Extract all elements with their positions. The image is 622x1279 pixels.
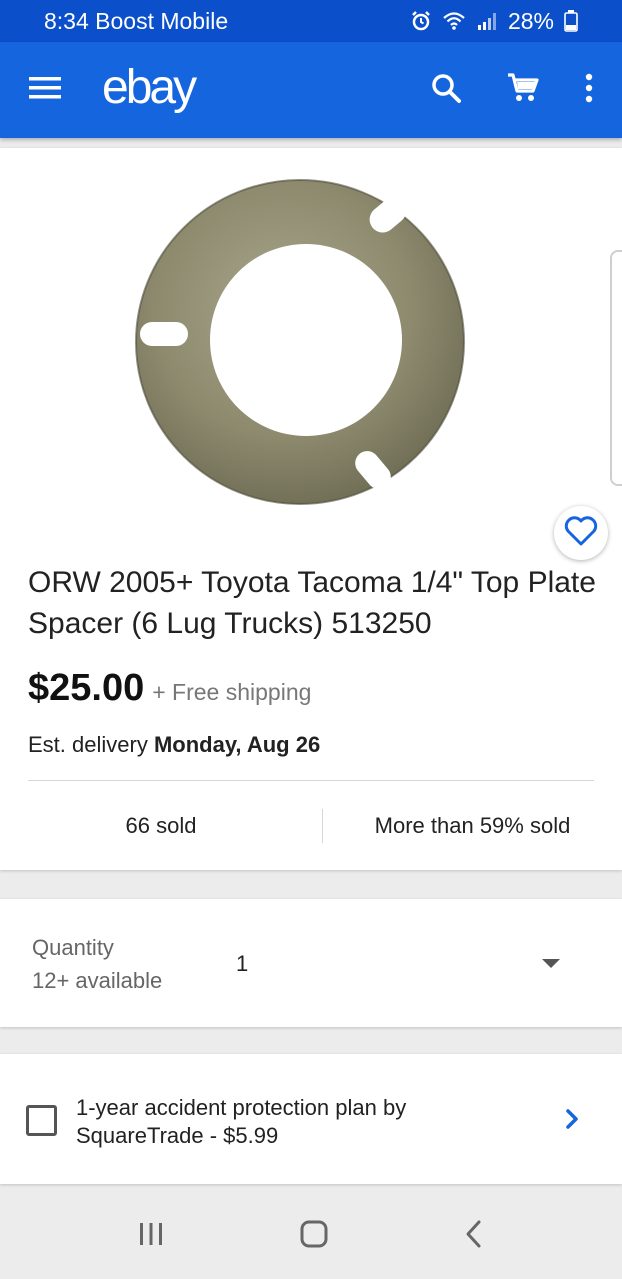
- alarm-icon: [410, 10, 432, 32]
- chevron-right-icon[interactable]: [562, 1106, 582, 1137]
- product-card: ORW 2005+ Toyota Tacoma 1/4" Top Plate S…: [0, 148, 622, 870]
- quantity-label: Quantity: [32, 935, 114, 960]
- image-scroll-indicator[interactable]: [610, 250, 622, 486]
- menu-icon[interactable]: [28, 75, 62, 106]
- delivery-prefix: Est. delivery: [28, 732, 154, 757]
- status-icons: 28%: [410, 8, 578, 35]
- app-actions: [430, 72, 594, 109]
- more-vert-icon[interactable]: [584, 73, 594, 108]
- battery-percent: 28%: [507, 7, 554, 34]
- protection-plan-card[interactable]: 1-year accident protection plan by Squar…: [0, 1054, 622, 1184]
- back-icon[interactable]: [462, 1218, 486, 1255]
- ebay-logo[interactable]: ebay: [102, 60, 197, 115]
- price-row: $25.00 + Free shipping: [28, 667, 311, 710]
- quantity-card: Quantity 12+ available 1: [0, 899, 622, 1027]
- price: $25.00: [28, 667, 145, 709]
- system-nav-bar: [0, 1194, 622, 1279]
- dropdown-arrow-icon: [542, 959, 560, 968]
- heart-icon: [564, 515, 598, 551]
- quantity-value: 1: [236, 951, 249, 976]
- home-icon[interactable]: [298, 1218, 330, 1255]
- delivery-date: Monday, Aug 26: [153, 732, 321, 757]
- product-title: ORW 2005+ Toyota Tacoma 1/4" Top Plate S…: [28, 566, 596, 640]
- wifi-icon: [442, 11, 466, 31]
- protection-plan-checkbox[interactable]: [26, 1105, 57, 1136]
- quantity-dropdown[interactable]: 1: [236, 939, 576, 987]
- quantity-available: 12+ available: [32, 968, 163, 993]
- sales-stats: 66 sold More than 59% sold: [0, 808, 622, 844]
- sold-percent: More than 59% sold: [374, 813, 571, 838]
- sold-count: 66 sold: [125, 813, 197, 838]
- battery-icon: [564, 10, 578, 32]
- app-bar: ebay: [0, 42, 622, 138]
- shipping-info: + Free shipping: [152, 679, 312, 705]
- delivery-estimate: Est. delivery Monday, Aug 26: [28, 732, 320, 758]
- search-icon[interactable]: [430, 72, 462, 109]
- recent-apps-icon[interactable]: [136, 1220, 166, 1253]
- status-bar: 8:34 Boost Mobile 28%: [0, 0, 622, 42]
- status-time-carrier: 8:34 Boost Mobile: [44, 7, 229, 34]
- signal-icon: [476, 11, 498, 31]
- watch-button[interactable]: [554, 506, 608, 560]
- divider: [28, 780, 594, 781]
- product-image[interactable]: [120, 172, 480, 512]
- protection-plan-text: 1-year accident protection plan by Squar…: [76, 1095, 407, 1148]
- cart-icon[interactable]: [506, 72, 540, 109]
